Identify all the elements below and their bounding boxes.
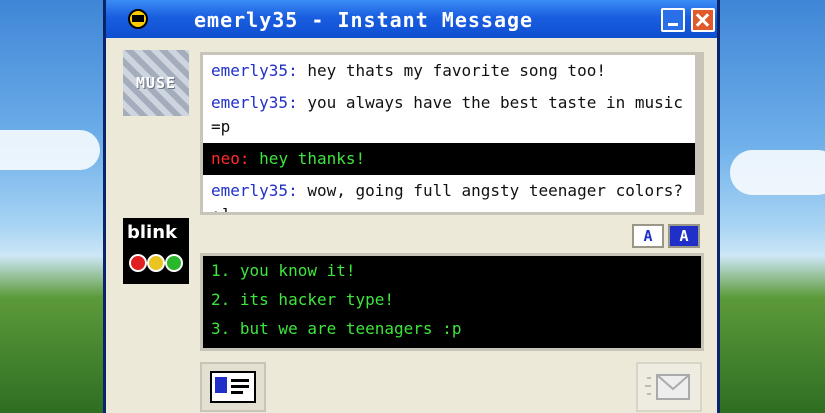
message-sender: neo:: [211, 149, 250, 168]
send-envelope-icon: [645, 374, 690, 400]
chat-log[interactable]: emerly35: hey thats my favorite song too…: [200, 52, 704, 215]
compose-line: 3. but we are teenagers :p: [211, 319, 462, 338]
message-text: hey thanks!: [259, 149, 366, 168]
message-sender: emerly35:: [211, 181, 298, 200]
avatar-dot-yellow: [147, 254, 165, 272]
bottom-toolbar: [106, 360, 717, 413]
my-avatar: blink: [123, 218, 189, 284]
send-button[interactable]: [636, 362, 702, 412]
close-button[interactable]: [691, 8, 715, 32]
message-sender: emerly35:: [211, 61, 298, 80]
chat-message: emerly35: wow, going full angsty teenage…: [203, 175, 701, 212]
chat-message: emerly35: you always have the best taste…: [203, 87, 701, 143]
minimize-button[interactable]: [661, 8, 685, 32]
avatar-dot-green: [165, 254, 183, 272]
profile-card-icon: [210, 371, 256, 403]
background-cloud: [0, 130, 100, 170]
message-sender: emerly35:: [211, 93, 298, 112]
buddy-avatar: MUSE: [123, 50, 189, 116]
chat-scrollbar[interactable]: [695, 55, 701, 212]
font-button[interactable]: A: [632, 224, 664, 248]
chat-message: emerly35: hey thats my favorite song too…: [203, 55, 701, 87]
im-window: emerly35 - Instant Message MUSE emerly35…: [103, 0, 720, 413]
my-avatar-text: blink: [127, 222, 178, 243]
avatar-dot-red: [129, 254, 147, 272]
profile-button[interactable]: [200, 362, 266, 412]
chat-message-highlighted: neo: hey thanks!: [203, 143, 701, 175]
title-bar[interactable]: emerly35 - Instant Message: [106, 0, 717, 38]
message-text: hey thats my favorite song too!: [307, 61, 606, 80]
font-color-button[interactable]: A: [668, 224, 700, 248]
aim-running-man-icon: [128, 9, 148, 29]
buddy-avatar-text: MUSE: [135, 74, 177, 92]
format-toolbar: A A: [200, 222, 704, 250]
font-icon: A: [643, 227, 653, 245]
window-title: emerly35 - Instant Message: [194, 8, 534, 32]
compose-line: 2. its hacker type!: [211, 290, 395, 309]
font-color-icon: A: [679, 227, 689, 245]
background-cloud: [730, 150, 825, 195]
compose-line: 1. you know it!: [211, 261, 356, 280]
compose-input[interactable]: 1. you know it! 2. its hacker type! 3. b…: [200, 253, 704, 351]
